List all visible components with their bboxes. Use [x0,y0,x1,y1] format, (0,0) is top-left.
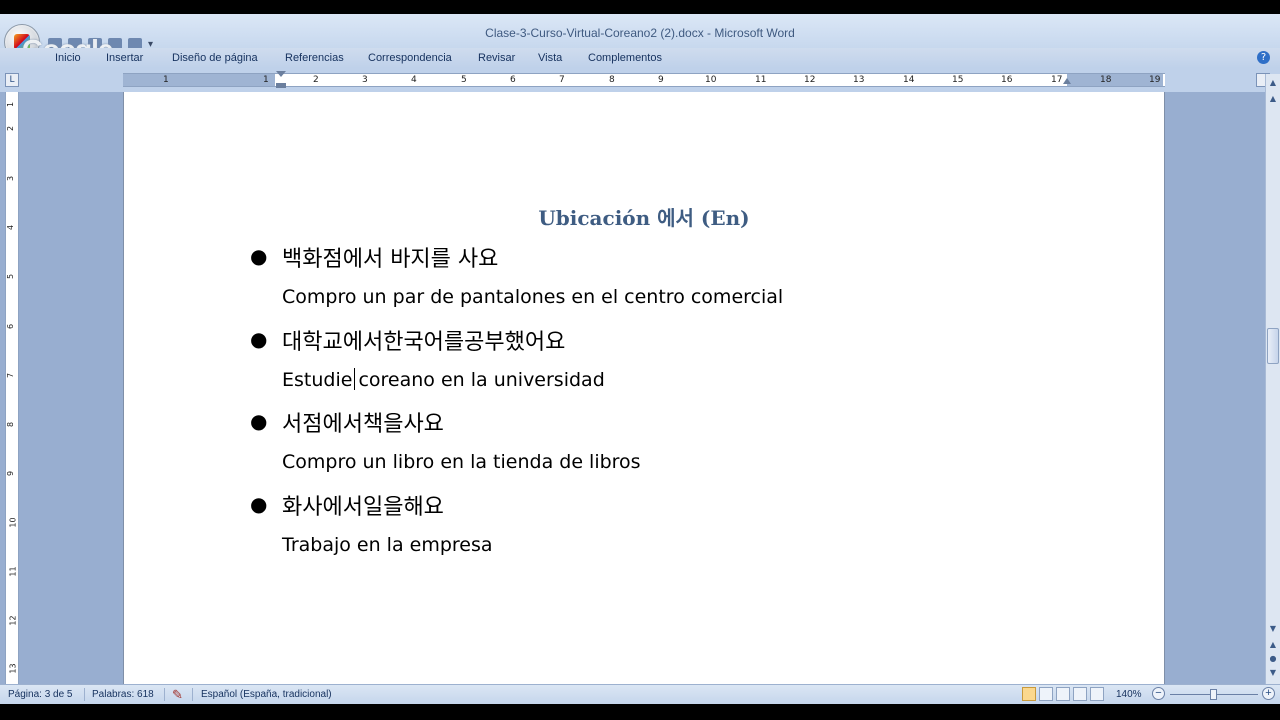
ruler-number: 2 [313,75,319,85]
ruler-number: 14 [903,75,915,85]
tab-diseno-pagina[interactable]: Diseño de página [172,52,258,64]
ruler-number: 3 [362,75,368,85]
spanish-translation: Compro un par de pantalones en el centro… [282,286,784,308]
document-heading: Ubicación 에서 (En) [538,206,750,230]
scroll-thumb[interactable] [1267,328,1279,364]
ruler-number: 12 [804,75,816,85]
ruler-number: 13 [853,75,865,85]
right-indent-marker[interactable] [1063,78,1071,84]
ruler-left-margin [123,74,275,86]
ruler-number: 7 [559,75,565,85]
bottom-letterbox [0,704,1280,720]
tab-correspondencia[interactable]: Correspondencia [368,52,452,64]
ruler-number: 8 [6,421,16,428]
proofing-icon[interactable]: ✎ [172,687,183,703]
ruler-number: 15 [952,75,964,85]
document-page[interactable]: Ubicación 에서 (En) ● 백화점에서 바지를 사요 Compro … [123,92,1165,684]
first-line-indent-marker[interactable] [276,71,286,77]
status-bar: Página: 3 de 5 Palabras: 618 ✎ Español (… [0,684,1280,704]
ruler-row: L 1 1 2 3 4 5 6 7 8 9 10 11 12 13 14 15 … [0,68,1280,92]
status-separator [164,688,165,701]
ruler-number: 7 [6,372,16,379]
tab-referencias[interactable]: Referencias [285,52,344,64]
korean-sentence: 서점에서책을사요 [282,412,444,437]
bullet-icon: ● [250,327,268,351]
spanish-translation: Trabajo en la empresa [282,534,493,556]
korean-sentence: 대학교에서한국어를공부했어요 [282,330,566,355]
web-layout-view-icon[interactable] [1056,687,1070,701]
status-separator [84,688,85,701]
print-layout-view-icon[interactable] [1022,687,1036,701]
tab-vista[interactable]: Vista [538,52,562,64]
scroll-up-icon[interactable]: ▲ [1267,92,1279,106]
ruler-number: 4 [411,75,417,85]
title-bar: ▾ Clase-3-Curso-Virtual-Coreano2 (2).doc… [0,14,1280,52]
ruler-number: 19 [1149,75,1161,85]
full-screen-reading-view-icon[interactable] [1039,687,1053,701]
text-cursor [354,368,355,390]
ruler-number: 10 [705,75,717,85]
zoom-level[interactable]: 140% [1116,689,1142,700]
tab-complementos[interactable]: Complementos [588,52,662,64]
left-indent-marker[interactable] [276,83,286,88]
vertical-ruler[interactable]: 1 2 3 4 5 6 7 8 9 10 11 12 13 [5,92,19,684]
spanish-translation: Estudie coreano en la universidad [282,369,605,391]
previous-page-icon[interactable]: ▲ [1267,638,1279,652]
ruler-number: 9 [658,75,664,85]
korean-sentence: 화사에서일을해요 [282,495,444,520]
status-separator [192,688,193,701]
ruler-number: 4 [6,224,16,231]
ruler-number: 5 [6,273,16,280]
view-buttons [1022,687,1104,701]
window-title: Clase-3-Curso-Virtual-Coreano2 (2).docx … [485,26,795,40]
browse-object-icon[interactable]: ● [1267,652,1279,666]
ruler-number: 13 [8,663,18,674]
ruler-number: 10 [8,517,18,528]
zoom-in-icon[interactable]: + [1262,687,1275,700]
tab-insertar[interactable]: Insertar [106,52,143,64]
ruler-number: 5 [461,75,467,85]
ruler-number: 3 [6,175,16,182]
word-count[interactable]: Palabras: 618 [92,689,154,700]
ruler-number: 9 [6,470,16,477]
next-page-icon[interactable]: ▼ [1267,666,1279,680]
ruler-number: 16 [1001,75,1013,85]
tab-selector-icon[interactable]: L [5,73,19,87]
word-window: ▾ Clase-3-Curso-Virtual-Coreano2 (2).doc… [0,0,1280,720]
draft-view-icon[interactable] [1090,687,1104,701]
ruler-number: 6 [6,323,16,330]
zoom-slider-thumb[interactable] [1210,689,1217,700]
outline-view-icon[interactable] [1073,687,1087,701]
scroll-down-icon[interactable]: ▼ [1267,622,1279,636]
tab-revisar[interactable]: Revisar [478,52,515,64]
ruler-number: 11 [8,566,18,577]
ruler-number: 11 [755,75,767,85]
ruler-number: 8 [609,75,615,85]
ruler-number: 18 [1100,75,1112,85]
bullet-icon: ● [250,492,268,516]
ruler-number: 1 [6,101,16,108]
zoom-out-icon[interactable]: − [1152,687,1165,700]
bullet-icon: ● [250,244,268,268]
ruler-number: 17 [1051,75,1063,85]
ruler-number: 2 [6,125,16,132]
ruler-number: 6 [510,75,516,85]
bullet-icon: ● [250,409,268,433]
language-indicator[interactable]: Español (España, tradicional) [201,689,332,700]
page-count[interactable]: Página: 3 de 5 [8,689,73,700]
ruler-number: 1 [263,75,269,85]
ruler-number: 1 [163,75,169,85]
scroll-split-icon[interactable]: ▲ [1265,74,1280,92]
ribbon-tabs: Inicio Insertar Diseño de página Referen… [0,48,1280,68]
ruler-number: 12 [8,615,18,626]
vertical-scrollbar[interactable]: ▲ ▼ ▲ ● ▼ [1265,92,1280,684]
korean-sentence: 백화점에서 바지를 사요 [282,247,499,272]
document-workarea: 1 2 3 4 5 6 7 8 9 10 11 12 13 Ubicación … [0,92,1280,684]
help-icon[interactable]: ? [1257,51,1270,64]
spanish-translation: Compro un libro en la tienda de libros [282,451,641,473]
tab-inicio[interactable]: Inicio [55,52,81,64]
